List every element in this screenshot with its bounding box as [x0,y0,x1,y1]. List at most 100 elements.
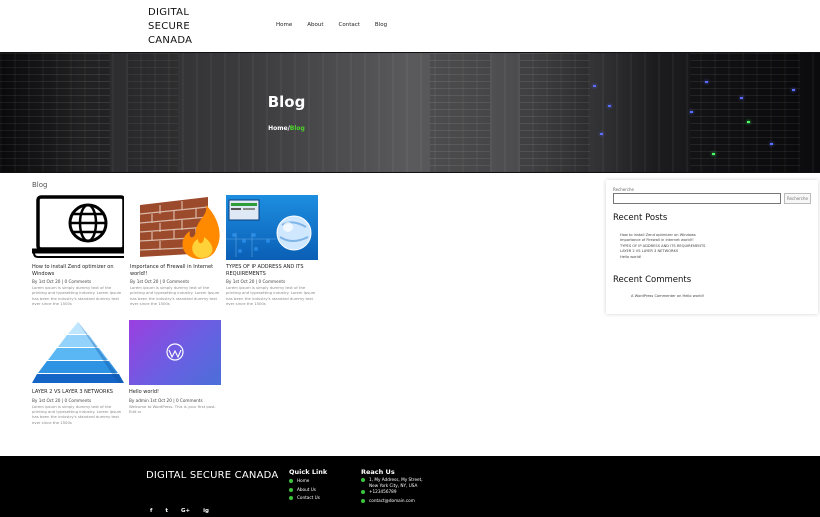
post-thumbnail-hello[interactable] [129,320,221,385]
logo-line: CANADA [148,35,193,46]
footer-brand[interactable]: DIGITAL SECURE CANADA [146,470,278,481]
post-card: How to install Zend optimizer on Windows… [32,195,124,307]
post-comments-link[interactable]: 0 Comments [162,279,189,284]
recent-comment-link[interactable]: A WordPress Commenter on Hello world! [631,294,704,299]
nav-contact[interactable]: Contact [339,22,360,28]
quick-links-list: Home About Us Contact Us [289,477,320,503]
laptop-globe-icon [32,195,124,258]
search-label: Recherche [613,187,635,192]
post-title[interactable]: LAYER 2 VS LAYER 3 NETWORKS [32,389,124,396]
bullet-icon [289,487,293,492]
google-plus-icon[interactable]: G+ [181,508,190,514]
location-icon [361,478,365,482]
post-excerpt: Lorem ipsum is simply dummy text of the … [32,403,122,425]
recent-posts-list: How to install Zend optimizer on Windows… [620,233,705,260]
post-meta: By admin 1st Oct 20 | 0 Comments [129,397,203,403]
post-thumbnail-laptop-globe[interactable] [32,195,124,260]
post-card: TYPES OF IP ADDRESS AND ITS REQUIREMENTS… [226,195,318,307]
twitter-icon[interactable]: t [165,508,168,514]
wordpress-logo-icon [166,343,184,361]
post-comments-link[interactable]: 0 Comments [64,279,91,284]
footer-link-contact[interactable]: Contact Us [289,494,320,503]
post-excerpt: Welcome to WordPress. This is your first… [129,403,216,414]
search-input[interactable] [613,193,781,204]
post-meta: By 1st Oct 20 | 0 Comments [32,397,92,403]
post-card: Importance of Firewall in Internet world… [130,195,222,307]
bullet-icon [289,479,293,484]
post-author: By [130,279,137,284]
recent-posts-heading: Recent Posts [613,213,668,223]
firewall-icon [139,197,220,259]
recent-comments-heading: Recent Comments [613,275,692,285]
site-footer: DIGITAL SECURE CANADA Quick Link Home Ab… [0,456,820,517]
post-thumbnail-firewall[interactable] [130,195,222,260]
post-thumbnail-layer-pyramid[interactable] [32,320,124,385]
site-logo[interactable]: DIGITAL SECURE CANADA [148,6,218,48]
hero-banner: Blog Home/Blog [0,52,820,173]
contact-phone[interactable]: +123456789 [361,488,431,497]
breadcrumb-home[interactable]: Home/ [268,125,290,132]
phone-icon [361,490,365,495]
footer-link-home[interactable]: Home [289,477,320,486]
post-date[interactable]: 1st Oct 20 [233,279,255,284]
post-card: Hello world! By admin 1st Oct 20 | 0 Com… [129,320,221,414]
logo-line: SECURE [148,21,191,32]
post-excerpt: Lorem ipsum is simply dummy text of the … [130,285,220,307]
post-author: By [226,279,233,284]
nav-blog[interactable]: Blog [375,22,387,28]
post-thumbnail-ip-network[interactable] [226,195,318,260]
footer-link-label: Home [297,478,310,483]
breadcrumb: Home/Blog [0,125,573,132]
search-button[interactable]: Recherche [784,193,811,204]
post-meta: By 1st Oct 20 | 0 Comments [130,279,190,284]
post-author: By admin [129,397,151,403]
contact-email[interactable]: contact@domain.com [361,497,431,506]
address-text: 1, My Address, My Street, New York City,… [369,477,423,488]
footer-link-about[interactable]: About Us [289,486,320,495]
post-date[interactable]: 1st Oct 20 [137,279,159,284]
pyramid-layers-icon [32,322,124,383]
post-excerpt: Lorem ipsum is simply dummy text of the … [32,285,122,307]
post-title[interactable]: Importance of Firewall in Internet world… [130,264,222,277]
phone-text: +123456789 [369,489,397,494]
logo-line: DIGITAL [148,7,190,18]
social-links: f t G+ ig [150,508,209,514]
main-nav: Home About Contact Blog [276,22,387,28]
post-date[interactable]: 1st Oct 20 [39,398,61,403]
post-comments-link[interactable]: 0 Comments [176,398,203,403]
breadcrumb-current: Blog [289,125,305,132]
post-title[interactable]: Hello world! [129,389,221,396]
instagram-icon[interactable]: ig [203,508,209,514]
email-text: contact@domain.com [369,497,415,503]
footer-link-label: Contact Us [297,495,320,500]
facebook-icon[interactable]: f [150,508,152,514]
post-title[interactable]: TYPES OF IP ADDRESS AND ITS REQUIREMENTS [226,264,318,277]
post-meta: By 1st Oct 20 | 0 Comments [32,279,92,284]
post-meta: By 1st Oct 20 | 0 Comments [226,279,286,284]
network-globe-icon [226,199,312,257]
nav-home[interactable]: Home [276,22,292,28]
contact-info-list: 1, My Address, My Street, New York City,… [361,477,431,505]
page-title: Blog [267,93,306,111]
bullet-icon [289,496,293,501]
contact-address: 1, My Address, My Street, New York City,… [361,477,431,488]
post-author: By [32,397,39,403]
nav-about[interactable]: About [307,22,323,28]
recent-post-link[interactable]: Hello world! [620,255,705,260]
post-card: LAYER 2 VS LAYER 3 NETWORKS By 1st Oct 2… [32,320,124,425]
recent-comments-list: A WordPress Commenter on Hello world! [631,294,704,299]
section-label: Blog [32,181,48,189]
footer-link-label: About Us [297,486,316,492]
post-date[interactable]: 1st Oct 20 [150,398,172,403]
post-comments-link[interactable]: 0 Comments [64,398,91,403]
post-author: By [32,279,39,284]
post-comments-link[interactable]: 0 Comments [258,279,285,284]
quick-link-heading: Quick Link [289,468,328,476]
email-icon [361,498,365,503]
post-excerpt: Lorem ipsum is simply dummy text of the … [226,285,316,307]
reach-us-heading: Reach Us [361,468,395,476]
post-title[interactable]: How to install Zend optimizer on Windows [32,264,124,277]
site-header: DIGITAL SECURE CANADA Home About Contact… [0,0,820,52]
post-date[interactable]: 1st Oct 20 [39,279,61,284]
sidebar: Recherche Recherche Recent Posts How to … [606,180,818,314]
